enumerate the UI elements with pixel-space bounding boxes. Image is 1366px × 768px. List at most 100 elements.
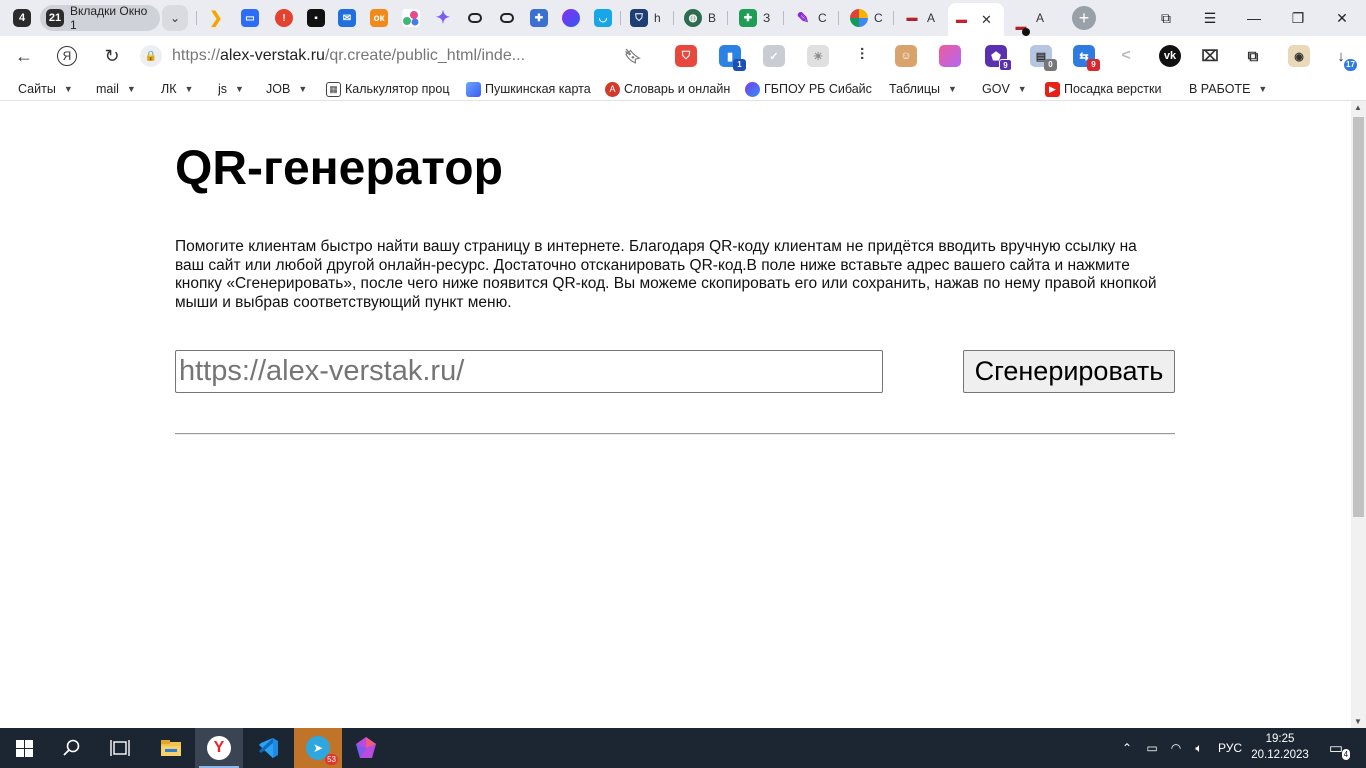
bookmark-calculator[interactable]: ▦ Калькулятор проц xyxy=(326,80,454,98)
tab-v[interactable]: ◍ В xyxy=(684,4,716,32)
minimize-button[interactable]: — xyxy=(1232,0,1276,36)
bookmark-pushkin-card[interactable]: Пушкинская карта xyxy=(466,80,592,98)
ext-puzzle[interactable]: ⧉ xyxy=(1242,45,1264,67)
taskbar-telegram[interactable]: ➤ 53 xyxy=(294,728,342,768)
bookmark-folder-mail[interactable]: mail ▼ xyxy=(96,80,136,98)
close-icon[interactable]: ✕ xyxy=(981,12,992,28)
ext-brave-shield[interactable]: ⛉ xyxy=(675,45,697,67)
menu-button[interactable]: ☰ xyxy=(1188,0,1232,36)
reload-button[interactable]: ↻ xyxy=(100,44,124,68)
active-tab[interactable]: ▬ ✕ xyxy=(948,3,1004,36)
tab-favicon-circle-gradient-icon[interactable] xyxy=(562,9,580,27)
bookmark-button[interactable]: 🔖︎ xyxy=(622,45,644,67)
ext-folder[interactable]: ▤ 0 xyxy=(1030,45,1057,71)
downloads-button[interactable]: ↓ 17 xyxy=(1330,45,1357,71)
taskbar-yandex-browser[interactable]: Y xyxy=(195,728,243,768)
taskbar-app-gem[interactable] xyxy=(342,728,390,768)
bookmark-folder-in-work[interactable]: В РАБОТЕ ▼ xyxy=(1189,80,1267,98)
ext-screenshot[interactable]: ⌧ xyxy=(1199,45,1221,67)
tab-s[interactable]: ✎ С xyxy=(794,4,827,32)
scroll-down-icon[interactable]: ▼ xyxy=(1354,717,1362,726)
tab-a-2[interactable]: ▬ А xyxy=(1012,4,1044,36)
ext-vk[interactable]: vk xyxy=(1159,45,1181,67)
tray-network[interactable]: ◠ xyxy=(1166,728,1186,768)
tab-z[interactable]: ✚ З xyxy=(739,4,770,32)
bookmark-folder-sites[interactable]: Сайты ▼ xyxy=(18,80,73,98)
tab-favicon-chat-bubble-icon[interactable]: ▪ xyxy=(307,9,325,27)
tab-favicon-alert-icon[interactable]: ! xyxy=(275,9,293,27)
tab-favicon-puzzle-icon[interactable]: ✚ xyxy=(530,9,548,27)
tray-clock[interactable]: 19:25 20.12.2023 xyxy=(1248,731,1312,763)
close-window-button[interactable]: ✕ xyxy=(1320,0,1364,36)
scroll-thumb[interactable] xyxy=(1353,117,1364,517)
lock-icon[interactable]: 🔒 xyxy=(140,45,162,67)
tab-label: С xyxy=(874,11,883,25)
new-tab-button[interactable]: + xyxy=(1072,6,1096,30)
tab-h[interactable]: ⛉ h xyxy=(630,4,661,32)
tab-s-2[interactable]: С xyxy=(850,4,883,32)
search-button[interactable] xyxy=(48,728,96,768)
tab-favicon-sparkle-icon[interactable]: ✦ xyxy=(434,8,452,27)
generate-button[interactable]: Сгенерировать xyxy=(963,350,1175,393)
bookmark-folder-js[interactable]: js ▼ xyxy=(218,80,244,98)
tab-favicon-dots-icon[interactable] xyxy=(402,9,420,27)
tab-group-collapse-button[interactable]: ⌄ xyxy=(162,5,188,31)
ext-translate[interactable]: ⇆ 9 xyxy=(1073,45,1100,71)
bookmark-folder-tables[interactable]: Таблицы ▼ xyxy=(889,80,957,98)
ext-graduation[interactable]: ⬟ 9 xyxy=(985,45,1012,71)
tab-group[interactable]: 21 Вкладки Окно 1 xyxy=(40,4,160,32)
ext-gradient[interactable] xyxy=(939,45,961,67)
ext-weather[interactable]: ☀ xyxy=(807,45,829,67)
youtube-icon: ▶ xyxy=(1045,81,1060,97)
clock-time: 19:25 xyxy=(1265,733,1295,745)
back-button[interactable]: ← xyxy=(12,44,36,68)
tray-overflow-button[interactable]: ⌃ xyxy=(1118,728,1136,768)
tray-notifications[interactable]: ▭ 4 xyxy=(1322,728,1351,768)
yandex-icon: Я xyxy=(57,46,77,66)
url-path: /qr.create/public_html/inde... xyxy=(324,47,526,64)
task-view-button[interactable] xyxy=(96,728,144,768)
url-input[interactable] xyxy=(175,350,883,393)
tab-favicon-ok-icon[interactable]: ок xyxy=(370,9,388,27)
tray-battery[interactable]: ▭ xyxy=(1143,728,1161,768)
yandex-button[interactable]: Я xyxy=(55,44,79,68)
restore-button[interactable]: ❐ xyxy=(1276,0,1320,36)
ext-avatar[interactable]: ☺ xyxy=(895,45,917,67)
page-scrollbar[interactable]: ▲ ▼ xyxy=(1351,101,1366,728)
bookmark-label: ЛК xyxy=(161,82,177,96)
taskbar-vscode[interactable] xyxy=(244,728,292,768)
tab-favicon-mail-icon[interactable]: ✉ xyxy=(338,9,356,27)
tab-a[interactable]: ▬ А xyxy=(903,4,936,32)
start-button[interactable] xyxy=(0,728,48,768)
tab-favicon-folder-icon[interactable]: ▭ xyxy=(241,9,259,27)
badge: 9 xyxy=(999,59,1012,71)
address-bar[interactable]: 🔒 https://alex-verstak.ru/qr.create/publ… xyxy=(140,42,610,70)
tray-volume[interactable]: 🔈︎ xyxy=(1189,728,1209,768)
tray-language[interactable]: РУС xyxy=(1215,728,1245,768)
scroll-up-icon[interactable]: ▲ xyxy=(1354,103,1362,112)
bookmark-folder-job[interactable]: JOB ▼ xyxy=(266,80,307,98)
taskbar-explorer[interactable] xyxy=(147,728,195,768)
url-text: https://alex-verstak.ru/qr.create/public… xyxy=(172,47,525,65)
bookmark-layout-posting[interactable]: ▶ Посадка верстки xyxy=(1045,80,1173,98)
tab-favicon-ring-icon-2[interactable] xyxy=(498,9,516,27)
page-content: QR-генератор Помогите клиентам быстро на… xyxy=(0,101,1351,728)
tab-favicon-pocket-icon[interactable]: ◡ xyxy=(594,9,612,27)
sliders-icon: ⫶ xyxy=(859,47,864,64)
ext-share[interactable]: < xyxy=(1115,45,1137,67)
ext-shield[interactable]: ✓ xyxy=(763,45,785,67)
task-view-icon xyxy=(110,740,130,756)
folder-icon xyxy=(161,740,181,756)
collections-button[interactable]: ⧉ xyxy=(1144,0,1188,36)
ext-equalizer[interactable]: ⫶ xyxy=(851,45,873,67)
ext-metrics[interactable]: ▮ 1 xyxy=(719,45,746,71)
tab-favicon-ring-icon[interactable] xyxy=(466,9,484,27)
bookmark-dictionary[interactable]: A Словарь и онлайн xyxy=(605,80,731,98)
bookmark-folder-lk[interactable]: ЛК ▼ xyxy=(161,80,193,98)
tab-favicon-play-arrow-icon[interactable]: ❯ xyxy=(207,9,225,27)
bookmark-folder-gov[interactable]: GOV ▼ xyxy=(982,80,1027,98)
workspace-button[interactable]: 4 xyxy=(8,5,36,31)
bookmark-gbpou[interactable]: ГБПОУ РБ Сибайс xyxy=(745,80,873,98)
ext-profile[interactable]: ◉ xyxy=(1288,45,1310,67)
calculator-icon: ▦ xyxy=(326,81,341,97)
